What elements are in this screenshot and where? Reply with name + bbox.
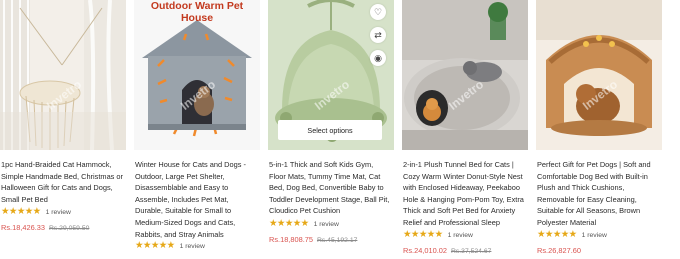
review-count: 1 review bbox=[447, 231, 473, 239]
sale-price: Rs.18,426.33 bbox=[1, 223, 45, 232]
sale-price: Rs.24,010.02 bbox=[403, 246, 447, 255]
product-image[interactable]: Invetro bbox=[0, 0, 126, 150]
product-rating: ★★★★★ 1 review bbox=[1, 207, 71, 217]
product-card[interactable]: Invetro Perfect Gift for Pet Dogs | Soft… bbox=[536, 0, 662, 259]
plush-tunnel-bed-image bbox=[402, 0, 528, 150]
star-rating-icon: ★★★★★ bbox=[537, 229, 577, 240]
product-image[interactable]: Invetro bbox=[402, 0, 528, 150]
product-title[interactable]: 5-in-1 Thick and Soft Kids Gym, Floor Ma… bbox=[269, 159, 392, 217]
original-price: Rs.45,192.17 bbox=[316, 237, 358, 244]
product-price: Rs.18,808.75 Rs.45,192.17 bbox=[269, 235, 357, 245]
review-count: 1 review bbox=[179, 242, 205, 250]
product-card[interactable]: Outdoor Warm Pet House Invetro Winter Ho… bbox=[134, 0, 260, 259]
product-image[interactable]: ♡ ⇄ ◉ Select options Invetro bbox=[268, 0, 394, 150]
product-rating: ★★★★★ 1 review bbox=[269, 219, 339, 229]
review-count: 1 review bbox=[581, 231, 607, 239]
product-price: Rs.18,426.33 Rs.29,059.50 bbox=[1, 223, 89, 233]
dog-house-bed-image bbox=[536, 0, 662, 150]
review-count: 1 review bbox=[45, 208, 71, 216]
product-title[interactable]: 1pc Hand-Braided Cat Hammock, Simple Han… bbox=[1, 159, 124, 205]
select-options-button[interactable]: Select options bbox=[278, 120, 382, 140]
product-rating: ★★★★★ 1 review bbox=[537, 230, 607, 240]
product-title[interactable]: 2-in-1 Plush Tunnel Bed for Cats | Cozy … bbox=[403, 159, 526, 229]
star-rating-icon: ★★★★★ bbox=[403, 229, 443, 240]
product-grid: Invetro 1pc Hand-Braided Cat Hammock, Si… bbox=[0, 0, 680, 259]
product-rating: ★★★★★ 1 review bbox=[403, 230, 473, 240]
review-count: 1 review bbox=[313, 220, 339, 228]
product-price: Rs.24,010.02 Rs.37,524.67 bbox=[403, 246, 491, 256]
product-card[interactable]: ♡ ⇄ ◉ Select options Invetro 5-in-1 Thic… bbox=[268, 0, 394, 259]
product-image[interactable]: Invetro bbox=[536, 0, 662, 150]
image-banner-text: Outdoor Warm Pet House bbox=[150, 0, 244, 24]
star-rating-icon: ★★★★★ bbox=[1, 206, 41, 217]
original-price: Rs.29,059.50 bbox=[48, 225, 90, 232]
product-price: Rs.26,827.60 bbox=[537, 246, 585, 256]
shuffle-icon[interactable]: ⇄ bbox=[370, 27, 386, 43]
heart-icon[interactable]: ♡ bbox=[370, 4, 386, 20]
product-rating: ★★★★★ 1 review bbox=[135, 241, 205, 251]
original-price: Rs.37,524.67 bbox=[450, 248, 492, 255]
product-image[interactable]: Outdoor Warm Pet House Invetro bbox=[134, 0, 260, 150]
star-rating-icon: ★★★★★ bbox=[135, 240, 175, 251]
product-title[interactable]: Winter House for Cats and Dogs - Outdoor… bbox=[135, 159, 258, 240]
sale-price: Rs.18,808.75 bbox=[269, 235, 313, 244]
product-card[interactable]: Invetro 1pc Hand-Braided Cat Hammock, Si… bbox=[0, 0, 126, 259]
star-rating-icon: ★★★★★ bbox=[269, 218, 309, 229]
product-card[interactable]: Invetro 2-in-1 Plush Tunnel Bed for Cats… bbox=[402, 0, 528, 259]
product-title[interactable]: Perfect Gift for Pet Dogs | Soft and Com… bbox=[537, 159, 660, 229]
cat-hammock-image bbox=[0, 0, 126, 150]
sale-price: Rs.26,827.60 bbox=[537, 246, 581, 255]
eye-icon[interactable]: ◉ bbox=[370, 50, 386, 66]
